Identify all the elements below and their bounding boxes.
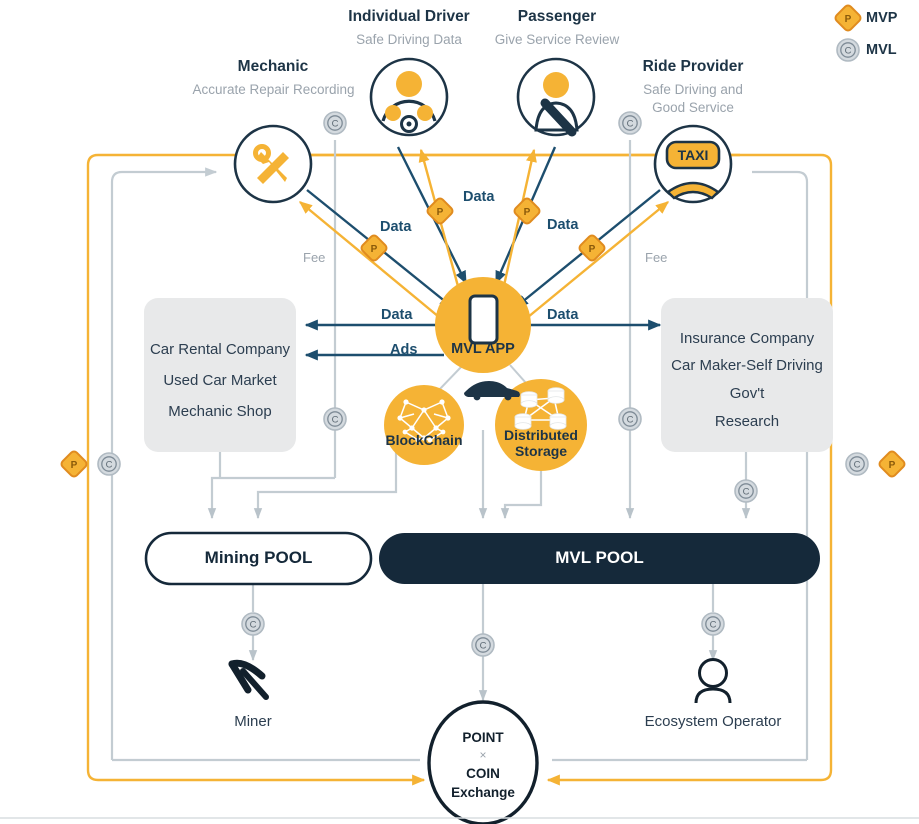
miner-icon [228,659,269,700]
exchange-label-times: × [479,748,487,762]
svg-text:C: C [743,487,750,498]
svg-text:C: C [332,119,339,130]
mechanic-icon [233,124,313,204]
individual-driver-icon [369,57,449,137]
right-box-line-4: Research [714,413,780,430]
svg-text:C: C [710,620,717,631]
ecosystem-operator-icon [694,658,732,704]
mvl-app-label: MVL APP [451,341,515,357]
flow-label-fee-left: Fee [303,250,326,265]
legend-mvl-badge: C [836,38,860,62]
left-box-line-3: Mechanic Shop [168,403,272,420]
svg-text:P: P [524,207,531,218]
blockchain-label: BlockChain [385,432,463,448]
blockchain-node [384,385,464,465]
left-box-data-arrows [304,319,444,361]
actor-subtitle-ride-provider-line2: Good Service [652,100,734,115]
svg-text:C: C [480,641,487,652]
legend-label-mvp: MVP [866,10,898,26]
svg-text:C: C [106,460,113,471]
flow-label-data-right-box: Data [547,307,579,323]
ecosystem-operator-label: Ecosystem Operator [644,713,782,730]
flow-label-data-left-box: Data [381,307,413,323]
svg-text:P: P [889,460,896,471]
svg-text:P: P [437,207,444,218]
svg-text:P: P [589,244,596,255]
svg-text:C: C [250,620,257,631]
distributed-storage-label-line2: Storage [514,443,568,459]
passenger-icon [516,57,596,137]
flow-label-data-mechanic: Data [380,219,412,235]
ride-provider-icon: TAXI [653,124,733,204]
actor-subtitle-ride-provider-line1: Safe Driving and [643,82,743,97]
flow-label-ads-left-box: Ads [390,342,418,358]
svg-text:C: C [854,460,861,471]
svg-text:C: C [332,415,339,426]
right-box-line-2: Car Maker-Self Driving [671,357,823,374]
exchange-label-exchange: Exchange [451,785,515,800]
legend-mvp-badge: P [834,4,862,32]
svg-text:C: C [627,415,634,426]
flow-label-data-passenger: Data [547,217,579,233]
miner-label: Miner [234,713,272,730]
svg-text:C: C [627,119,634,130]
distributed-storage-label-line1: Distributed [504,427,578,443]
left-box-line-2: Used Car Market [163,372,277,389]
actor-title-passenger: Passenger [517,8,597,25]
exchange-label-point: POINT [462,730,504,745]
actor-subtitle-individual-driver: Safe Driving Data [356,32,462,47]
exchange-label-coin: COIN [466,766,500,781]
left-box-line-1: Car Rental Company [149,341,291,358]
actor-title-mechanic: Mechanic [237,58,309,75]
mvl-outer-loop [110,167,809,762]
legend-label-mvl: MVL [866,42,897,58]
mining-pool-label[interactable]: Mining POOL [146,548,371,568]
mvl-app-node [435,277,531,373]
svg-text:TAXI: TAXI [678,147,709,163]
actor-subtitle-mechanic: Accurate Repair Recording [192,82,355,97]
flow-label-fee-right: Fee [645,250,668,265]
right-box-line-3: Gov't [729,385,765,402]
actor-title-individual-driver: Individual Driver [348,8,470,25]
mvl-pool-label[interactable]: MVL POOL [379,548,820,568]
svg-text:C: C [845,46,852,57]
flow-label-data-driver: Data [463,189,495,205]
mvl-ecosystem-diagram: TAXI C C C C C C C C C C P P P P P P P C… [0,0,919,824]
svg-text:P: P [71,460,78,471]
actor-title-ride-provider: Ride Provider [642,58,744,75]
right-box-line-1: Insurance Company [679,330,815,347]
svg-text:P: P [845,14,852,25]
svg-text:P: P [371,244,378,255]
actor-subtitle-passenger: Give Service Review [494,32,620,47]
